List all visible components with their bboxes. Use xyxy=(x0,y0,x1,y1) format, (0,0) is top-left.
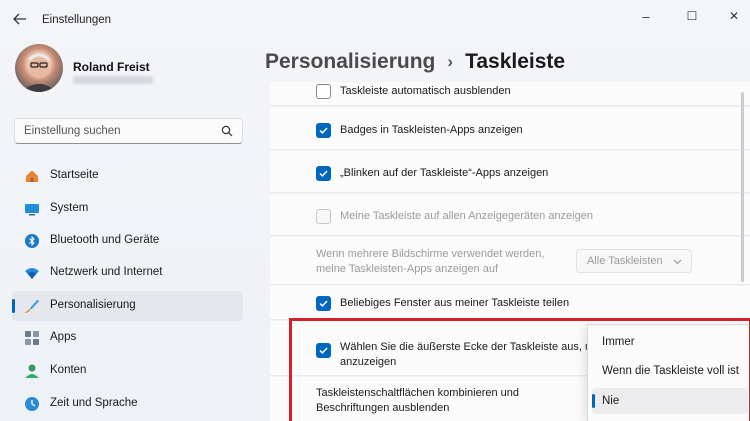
sidebar-item-system[interactable]: System xyxy=(12,194,243,224)
avatar[interactable] xyxy=(15,44,63,92)
multi-display-select-value: Alle Taskleisten xyxy=(587,255,663,267)
dropdown-option-label: Immer xyxy=(602,336,635,348)
chevron-down-icon xyxy=(673,259,682,265)
all-displays-label: Meine Taskleiste auf allen Anzeigegeräte… xyxy=(340,210,593,222)
sidebar-item-apps[interactable]: Apps xyxy=(12,323,243,353)
far-corner-label-1: Wählen Sie die äußerste Ecke der Tasklei… xyxy=(340,341,592,353)
back-button[interactable] xyxy=(10,10,30,28)
dropdown-option-label: Wenn die Taskleiste voll ist xyxy=(602,365,740,377)
bluetooth-icon xyxy=(25,234,39,248)
dropdown-option-nie[interactable]: Nie xyxy=(592,388,748,414)
setting-flashing: „Blinken auf der Taskleiste“-Apps anzeig… xyxy=(270,151,750,193)
combine-label-1: Taskleistenschaltflächen kombinieren und xyxy=(316,387,520,399)
maximize-button[interactable]: ☐ xyxy=(672,6,712,26)
monitor-icon xyxy=(25,204,39,216)
sidebar-item-zeit-sprache[interactable]: Zeit und Sprache xyxy=(12,389,243,419)
sidebar-item-label: Konten xyxy=(50,364,87,376)
flashing-label: „Blinken auf der Taskleiste“-Apps anzeig… xyxy=(340,167,549,179)
share-window-label: Beliebiges Fenster aus meiner Taskleiste… xyxy=(340,297,570,309)
share-window-checkbox[interactable] xyxy=(316,296,331,311)
dropdown-option-wenn-voll[interactable]: Wenn die Taskleiste voll ist xyxy=(592,358,748,384)
far-corner-checkbox[interactable] xyxy=(316,343,331,358)
sidebar-item-label: Zeit und Sprache xyxy=(50,397,138,409)
sidebar-item-label: Personalisierung xyxy=(50,299,136,311)
setting-all-displays: Meine Taskleiste auf allen Anzeigegeräte… xyxy=(270,194,750,236)
search-icon[interactable] xyxy=(221,125,233,137)
close-icon: ✕ xyxy=(728,9,740,23)
setting-badges: Badges in Taskleisten-Apps anzeigen xyxy=(270,108,750,150)
maximize-icon: ☐ xyxy=(686,9,698,23)
setting-autohide: Taskleiste automatisch ausblenden xyxy=(270,82,750,106)
far-corner-label-2: anzuzeigen xyxy=(340,356,397,368)
title-bar: Einstellungen – ☐ ✕ xyxy=(0,0,750,38)
search-box[interactable] xyxy=(14,118,243,144)
breadcrumb: Personalisierung › Taskleiste xyxy=(265,50,565,74)
all-displays-checkbox[interactable] xyxy=(316,209,331,224)
flashing-checkbox[interactable] xyxy=(316,166,331,181)
badges-label: Badges in Taskleisten-Apps anzeigen xyxy=(340,124,523,136)
selected-indicator xyxy=(12,299,15,313)
multi-display-label-2: meine Taskleisten-Apps anzeigen auf xyxy=(316,263,499,275)
multi-display-label-1: Wenn mehrere Bildschirme verwendet werde… xyxy=(316,248,545,260)
wifi-icon xyxy=(25,268,39,279)
badges-checkbox[interactable] xyxy=(316,123,331,138)
minimize-button[interactable]: – xyxy=(626,6,666,26)
account-icon xyxy=(25,364,39,378)
close-button[interactable]: ✕ xyxy=(714,6,750,26)
sidebar-item-label: Bluetooth und Geräte xyxy=(50,234,160,246)
multi-display-select[interactable]: Alle Taskleisten xyxy=(576,249,692,273)
sidebar-item-startseite[interactable]: Startseite xyxy=(12,161,243,191)
sidebar-item-netzwerk[interactable]: Netzwerk und Internet xyxy=(12,258,243,288)
sidebar-item-konten[interactable]: Konten xyxy=(12,356,243,386)
combine-dropdown-menu: Immer Wenn die Taskleiste voll ist Nie xyxy=(587,324,750,421)
arrow-left-icon xyxy=(13,13,26,25)
clock-globe-icon xyxy=(25,397,39,411)
profile-email-blurred xyxy=(73,76,153,84)
brush-icon xyxy=(24,299,39,313)
autohide-checkbox[interactable] xyxy=(316,84,331,99)
sidebar-item-label: Netzwerk und Internet xyxy=(50,266,163,278)
checkmark-icon xyxy=(319,127,328,134)
minimize-icon: – xyxy=(642,8,650,24)
apps-icon xyxy=(25,331,39,345)
dropdown-option-immer[interactable]: Immer xyxy=(592,329,748,355)
dropdown-option-label: Nie xyxy=(602,395,620,407)
sidebar-item-label: Apps xyxy=(50,331,77,343)
autohide-label: Taskleiste automatisch ausblenden xyxy=(340,85,511,97)
sidebar-item-bluetooth[interactable]: Bluetooth und Geräte xyxy=(12,226,243,256)
checkmark-icon xyxy=(319,347,328,354)
breadcrumb-separator: › xyxy=(447,52,454,71)
sidebar-item-label: System xyxy=(50,202,89,214)
search-input[interactable] xyxy=(24,125,214,137)
sidebar-item-label: Startseite xyxy=(50,169,99,181)
setting-share-window: Beliebiges Fenster aus meiner Taskleiste… xyxy=(270,286,750,320)
selected-indicator xyxy=(592,394,595,408)
combine-label-2: Beschriftungen ausblenden xyxy=(316,402,450,414)
profile-name: Roland Freist xyxy=(73,60,150,74)
scrollbar[interactable] xyxy=(741,92,744,282)
avatar-photo xyxy=(21,53,57,92)
checkmark-icon xyxy=(319,300,328,307)
page-title: Taskleiste xyxy=(465,50,566,73)
settings-window: Einstellungen – ☐ ✕ Roland Freist Einste… xyxy=(0,0,750,421)
checkmark-icon xyxy=(319,170,328,177)
home-icon xyxy=(26,170,38,182)
breadcrumb-parent[interactable]: Personalisierung xyxy=(265,50,435,74)
setting-multi-display: Wenn mehrere Bildschirme verwendet werde… xyxy=(270,237,750,285)
app-title: Einstellungen xyxy=(42,14,112,26)
sidebar-item-personalisierung[interactable]: Personalisierung xyxy=(12,291,243,321)
